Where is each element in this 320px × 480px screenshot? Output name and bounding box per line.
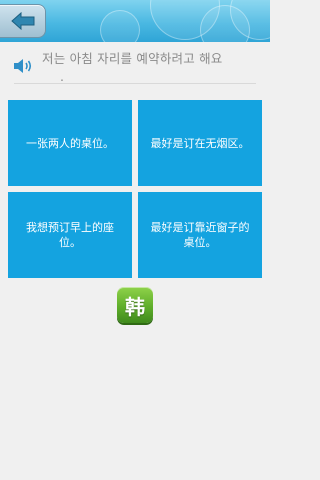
- header-decoration: [100, 10, 140, 42]
- divider: [14, 83, 256, 84]
- question-text: 저는 아침 자리를 예약하려고 해요 .: [42, 50, 262, 86]
- answer-option-label: 最好是订在无烟区。: [150, 136, 250, 150]
- answer-option-label: 我想预订早上的座位。: [26, 221, 114, 249]
- answer-option-2[interactable]: 最好是订在无烟区。: [138, 100, 262, 186]
- answer-option-3[interactable]: 我想预订早上的座位。: [8, 192, 132, 278]
- language-toggle-button[interactable]: 韩: [117, 287, 153, 323]
- back-button[interactable]: [0, 4, 46, 38]
- header-bar: [0, 0, 270, 42]
- back-arrow-icon: [10, 11, 34, 31]
- question-line-1: 저는 아침 자리를 예약하려고 해요: [42, 51, 223, 66]
- answer-option-label: 最好是订靠近窗子的桌位。: [150, 221, 250, 249]
- answer-option-1[interactable]: 一张两人的桌位。: [8, 100, 132, 186]
- speaker-icon: [14, 59, 32, 73]
- answer-option-label: 一张两人的桌位。: [26, 136, 114, 150]
- answer-option-4[interactable]: 最好是订靠近窗子的桌位。: [138, 192, 262, 278]
- language-korean-icon: 韩: [125, 294, 145, 319]
- play-audio-button[interactable]: [12, 56, 34, 76]
